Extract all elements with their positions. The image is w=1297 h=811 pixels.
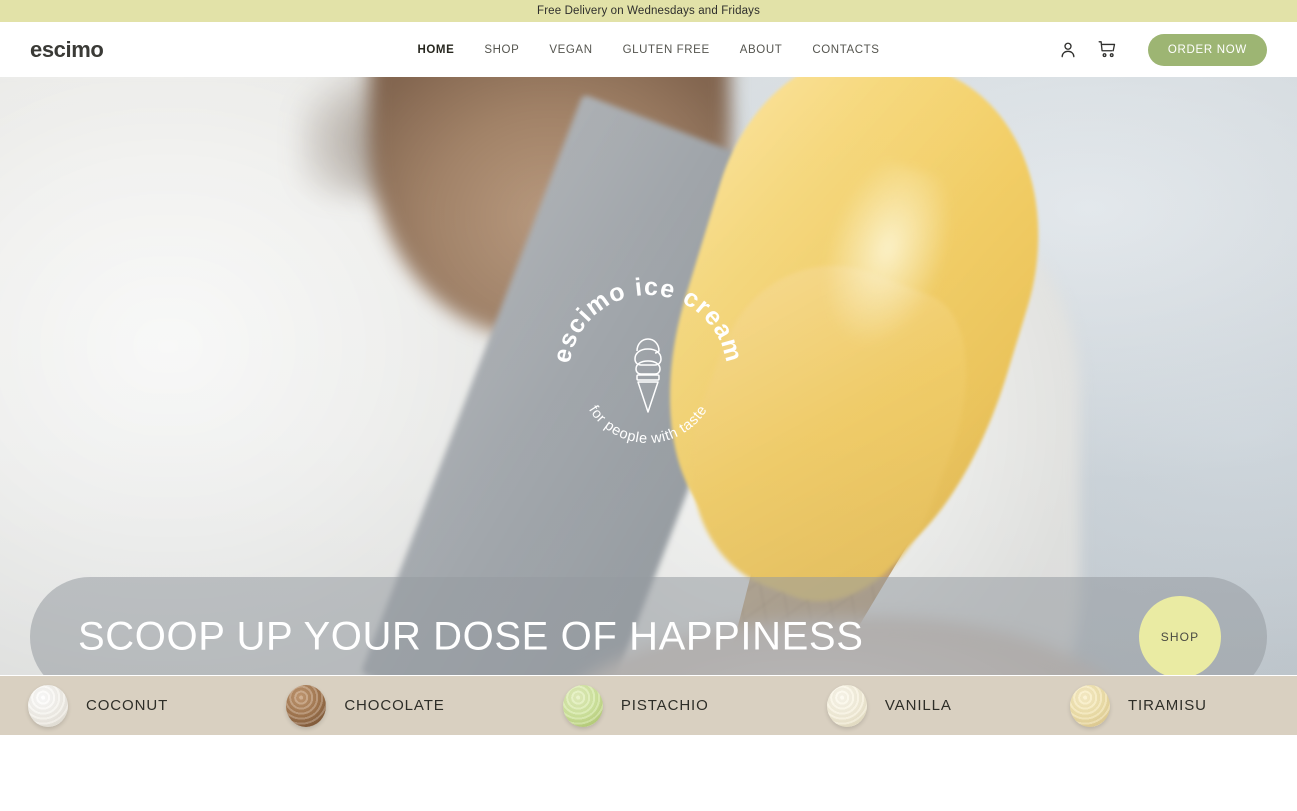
- user-icon[interactable]: [1056, 38, 1080, 62]
- page-root: Free Delivery on Wednesdays and Fridays …: [0, 0, 1297, 811]
- flavor-label-chocolate: CHOCOLATE: [344, 697, 445, 714]
- page-bottom-area: [0, 735, 1297, 811]
- site-header: escimo HOME SHOP VEGAN GLUTEN FREE ABOUT…: [0, 22, 1297, 77]
- nav-item-shop[interactable]: SHOP: [469, 44, 534, 56]
- flavor-item-coconut[interactable]: COCONUT: [0, 684, 258, 727]
- scoop-icon-tiramisu: [1069, 684, 1110, 727]
- hero-shop-button-label: SHOP: [1160, 630, 1200, 644]
- flavor-label-tiramisu: TIRAMISU: [1127, 697, 1207, 714]
- nav-item-vegan[interactable]: VEGAN: [534, 44, 607, 56]
- nav-item-contacts[interactable]: CONTACTS: [797, 44, 894, 56]
- hero-overlay-bar: SCOOP UP YOUR DOSE OF HAPPINESS SHOP: [30, 577, 1267, 675]
- hero-section: escimo ice cream for people with taste S…: [0, 77, 1297, 675]
- flavor-item-pistachio[interactable]: PISTACHIO: [535, 684, 799, 727]
- announcement-text: Free Delivery on Wednesdays and Fridays: [537, 5, 760, 17]
- nav-item-home[interactable]: HOME: [402, 44, 469, 56]
- scoop-icon-pistachio: [562, 684, 603, 727]
- scoop-icon-vanilla: [826, 684, 867, 727]
- flavor-label-pistachio: PISTACHIO: [620, 697, 709, 714]
- announcement-bar: Free Delivery on Wednesdays and Fridays: [0, 0, 1297, 22]
- nav-item-gluten-free[interactable]: GLUTEN FREE: [608, 44, 725, 56]
- flavor-label-vanilla: VANILLA: [884, 697, 952, 714]
- scoop-icon-chocolate: [286, 684, 327, 727]
- main-navigation: HOME SHOP VEGAN GLUTEN FREE ABOUT CONTAC…: [402, 44, 894, 56]
- order-now-button[interactable]: ORDER NOW: [1147, 33, 1267, 66]
- header-actions: ORDER NOW: [1056, 33, 1267, 66]
- hero-shop-button[interactable]: SHOP: [1139, 596, 1221, 675]
- nav-item-about[interactable]: ABOUT: [725, 44, 798, 56]
- scoop-icon-coconut: [28, 684, 68, 727]
- flavor-item-vanilla[interactable]: VANILLA: [799, 684, 1042, 727]
- shopping-cart-icon[interactable]: [1096, 38, 1120, 62]
- flavor-label-coconut: COCONUT: [86, 697, 169, 714]
- flavor-item-chocolate[interactable]: CHOCOLATE: [258, 684, 535, 727]
- site-logo[interactable]: escimo: [30, 37, 104, 63]
- flavor-strip: COCONUT CHOCOLATE PISTACHIO VANILLA TIRA…: [0, 676, 1297, 735]
- flavor-item-tiramisu[interactable]: TIRAMISU: [1042, 684, 1297, 727]
- hero-title: SCOOP UP YOUR DOSE OF HAPPINESS: [78, 614, 864, 659]
